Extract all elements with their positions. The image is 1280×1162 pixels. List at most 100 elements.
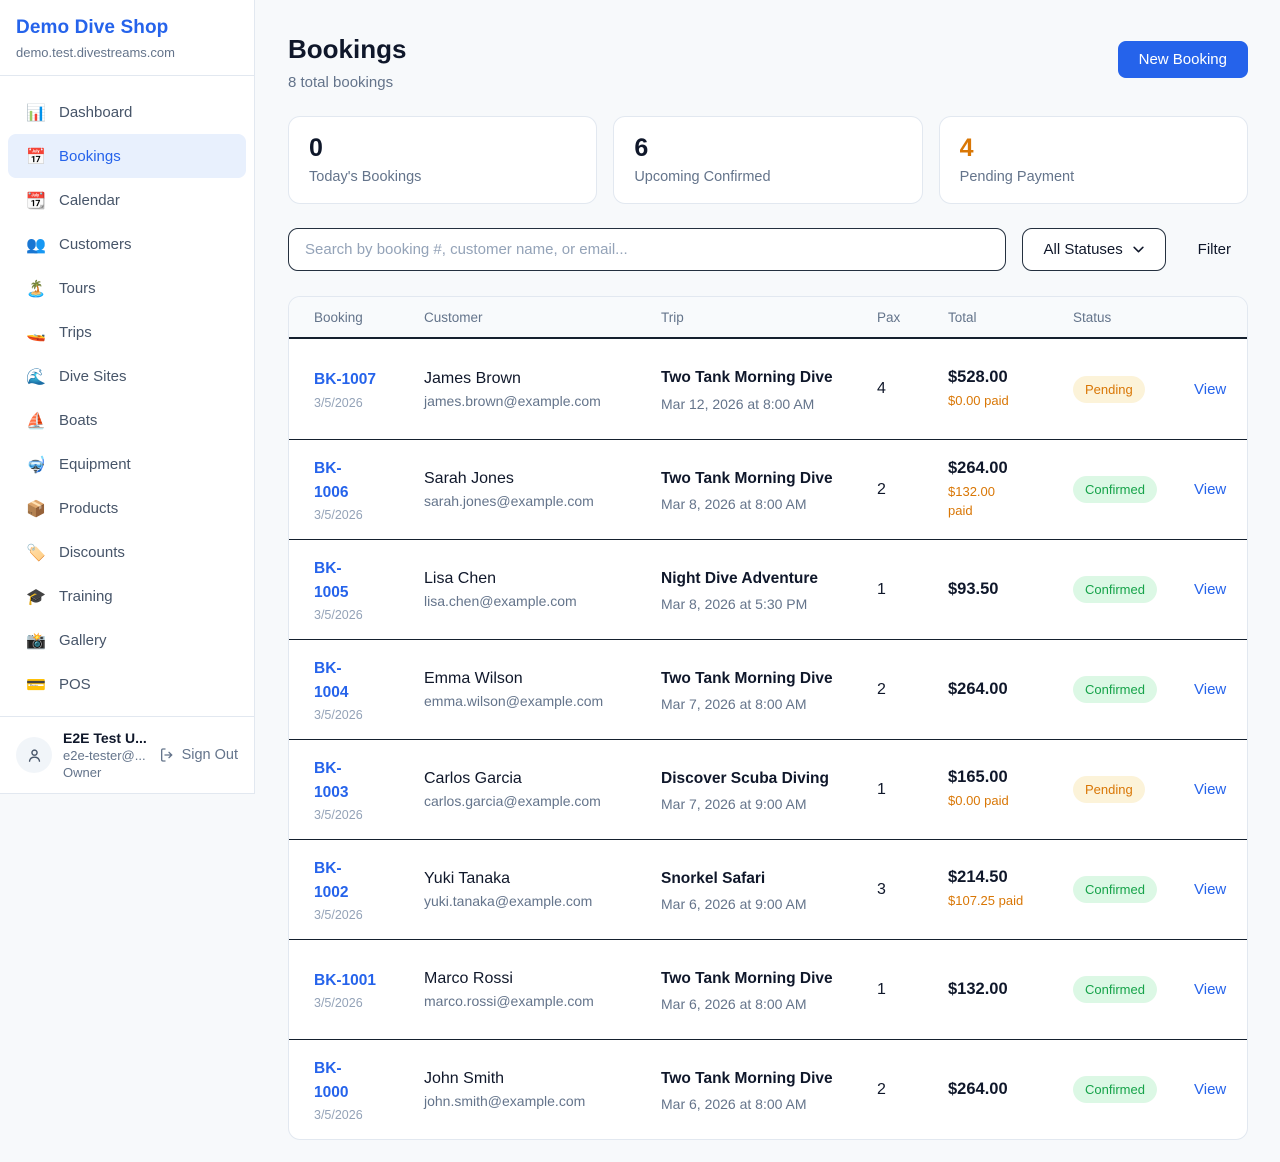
- booking-cell: BK-10023/5/2026: [314, 857, 424, 922]
- booking-link[interactable]: BK-1001: [314, 969, 376, 993]
- sidebar-item-label: POS: [59, 676, 91, 693]
- brand-block: Demo Dive Shop demo.test.divestreams.com: [0, 0, 254, 76]
- tag-icon: 🏷️: [26, 543, 46, 562]
- sidebar-item-dive-sites[interactable]: 🌊Dive Sites: [8, 354, 246, 398]
- total-cell: $165.00$0.00 paid: [948, 768, 1073, 811]
- sign-out-button[interactable]: Sign Out: [159, 747, 238, 763]
- sidebar-item-boats[interactable]: ⛵Boats: [8, 398, 246, 442]
- table-row: BK-10073/5/2026James Brownjames.brown@ex…: [289, 339, 1247, 439]
- booking-link[interactable]: BK-1005: [314, 557, 348, 605]
- total-amount: $214.50: [948, 868, 1063, 887]
- person-icon: [26, 747, 43, 764]
- sidebar-item-products[interactable]: 📦 Products: [8, 486, 246, 530]
- table-row: BK-10003/5/2026John Smithjohn.smith@exam…: [289, 1039, 1247, 1139]
- total-amount: $264.00: [948, 1080, 1063, 1099]
- booking-date: 3/5/2026: [314, 508, 414, 522]
- view-link[interactable]: View: [1194, 1081, 1227, 1098]
- package-icon: 📦: [26, 499, 46, 518]
- booking-link[interactable]: BK-1002: [314, 857, 348, 905]
- trip-cell: Snorkel SafariMar 6, 2026 at 9:00 AM: [661, 867, 877, 912]
- trip-name: Two Tank Morning Dive: [661, 667, 833, 691]
- status-filter-select[interactable]: All Statuses: [1022, 228, 1166, 271]
- stat-card-pending-payment: 4 Pending Payment: [939, 116, 1248, 204]
- status-cell: Confirmed: [1073, 876, 1194, 903]
- trip-datetime: Mar 7, 2026 at 9:00 AM: [661, 796, 867, 812]
- trip-datetime: Mar 6, 2026 at 8:00 AM: [661, 1096, 867, 1112]
- total-cell: $264.00: [948, 1080, 1073, 1099]
- view-link[interactable]: View: [1194, 581, 1227, 598]
- search-input[interactable]: [288, 228, 1006, 271]
- total-amount: $132.00: [948, 980, 1063, 999]
- sidebar-item-gallery[interactable]: 📸Gallery: [8, 618, 246, 662]
- view-link[interactable]: View: [1194, 781, 1227, 798]
- total-amount: $264.00: [948, 680, 1063, 699]
- total-amount: $165.00: [948, 768, 1063, 787]
- booking-date: 3/5/2026: [314, 708, 414, 722]
- customer-cell: Sarah Jonessarah.jones@example.com: [424, 470, 661, 509]
- view-link[interactable]: View: [1194, 881, 1227, 898]
- status-badge: Pending: [1073, 776, 1145, 803]
- amount-paid: $107.25 paid: [948, 892, 1063, 911]
- customer-email: marco.rossi@example.com: [424, 993, 651, 1009]
- total-cell: $528.00$0.00 paid: [948, 368, 1073, 411]
- pax-count: 1: [877, 581, 948, 599]
- view-link[interactable]: View: [1194, 381, 1227, 398]
- booking-link[interactable]: BK-1004: [314, 657, 348, 705]
- pax-count: 3: [877, 881, 948, 899]
- user-email: e2e-tester@...: [63, 748, 148, 763]
- calendar-icon: 📅: [26, 147, 46, 166]
- customer-cell: Yuki Tanakayuki.tanaka@example.com: [424, 870, 661, 909]
- trip-name: Two Tank Morning Dive: [661, 366, 833, 390]
- sidebar-item-tours[interactable]: 🏝️Tours: [8, 266, 246, 310]
- sidebar-item-label: Equipment: [59, 456, 131, 473]
- view-link[interactable]: View: [1194, 481, 1227, 498]
- status-badge: Confirmed: [1073, 1076, 1157, 1103]
- booking-link[interactable]: BK-1006: [314, 457, 348, 505]
- sidebar-item-label: Discounts: [59, 544, 125, 561]
- sidebar-item-trips[interactable]: 🚤Trips: [8, 310, 246, 354]
- sidebar-item-label: Products: [59, 500, 118, 517]
- sidebar-item-label: Tours: [59, 280, 96, 297]
- bookings-count: 8 total bookings: [288, 74, 406, 91]
- stat-card-upcoming-confirmed: 6 Upcoming Confirmed: [613, 116, 922, 204]
- user-name: E2E Test U...: [63, 730, 148, 746]
- trip-name: Snorkel Safari: [661, 867, 833, 891]
- total-cell: $132.00: [948, 980, 1073, 999]
- table-row: BK-10053/5/2026Lisa Chenlisa.chen@exampl…: [289, 539, 1247, 639]
- customer-email: yuki.tanaka@example.com: [424, 893, 651, 909]
- status-cell: Confirmed: [1073, 676, 1194, 703]
- sidebar-item-dashboard[interactable]: 📊Dashboard: [8, 90, 246, 134]
- tear-off-calendar-icon: 📆: [26, 191, 46, 210]
- sidebar-item-customers[interactable]: 👥Customers: [8, 222, 246, 266]
- booking-date: 3/5/2026: [314, 996, 414, 1010]
- column-header-trip: Trip: [661, 310, 877, 325]
- new-booking-button[interactable]: New Booking: [1118, 41, 1248, 78]
- booking-link[interactable]: BK-1007: [314, 368, 376, 392]
- sidebar-item-discounts[interactable]: 🏷️ Discounts: [8, 530, 246, 574]
- view-link[interactable]: View: [1194, 681, 1227, 698]
- sidebar-item-calendar[interactable]: 📆 Calendar: [8, 178, 246, 222]
- stat-value: 0: [309, 133, 576, 163]
- sidebar-item-label: Calendar: [59, 192, 120, 209]
- customer-email: sarah.jones@example.com: [424, 493, 651, 509]
- trip-cell: Two Tank Morning DiveMar 6, 2026 at 8:00…: [661, 1067, 877, 1112]
- pax-count: 2: [877, 1081, 948, 1099]
- sidebar: Demo Dive Shop demo.test.divestreams.com…: [0, 0, 255, 794]
- trip-cell: Discover Scuba DivingMar 7, 2026 at 9:00…: [661, 767, 877, 812]
- trip-cell: Two Tank Morning DiveMar 6, 2026 at 8:00…: [661, 967, 877, 1012]
- shop-name: Demo Dive Shop: [16, 17, 238, 39]
- trip-datetime: Mar 6, 2026 at 8:00 AM: [661, 996, 867, 1012]
- customer-email: lisa.chen@example.com: [424, 593, 651, 609]
- sidebar-item-training[interactable]: 🎓Training: [8, 574, 246, 618]
- booking-link[interactable]: BK-1003: [314, 757, 348, 805]
- filter-button[interactable]: Filter: [1198, 241, 1231, 258]
- table-row: BK-10023/5/2026Yuki Tanakayuki.tanaka@ex…: [289, 839, 1247, 939]
- customer-name: James Brown: [424, 370, 651, 388]
- total-cell: $264.00: [948, 680, 1073, 699]
- view-link[interactable]: View: [1194, 981, 1227, 998]
- avatar: [16, 737, 52, 773]
- sidebar-item-pos[interactable]: 💳POS: [8, 662, 246, 706]
- booking-link[interactable]: BK-1000: [314, 1057, 348, 1105]
- sidebar-item-equipment[interactable]: 🤿Equipment: [8, 442, 246, 486]
- sidebar-item-bookings[interactable]: 📅Bookings: [8, 134, 246, 178]
